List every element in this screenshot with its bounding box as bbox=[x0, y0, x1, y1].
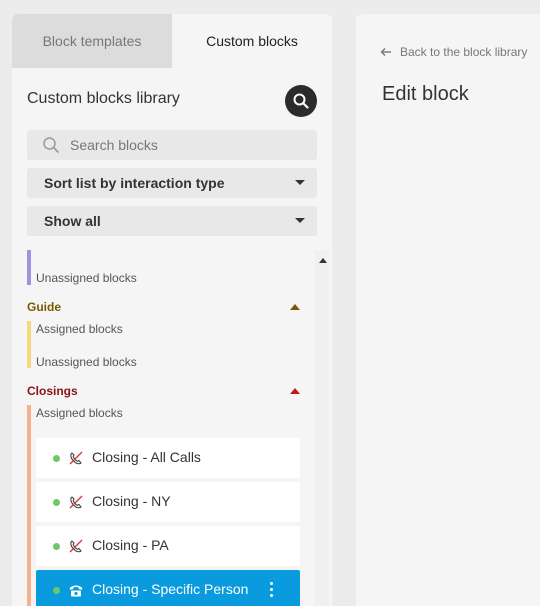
search-icon bbox=[42, 136, 60, 154]
group-label-unassigned: Unassigned blocks bbox=[36, 271, 137, 285]
group-label-unassigned: Unassigned blocks bbox=[36, 355, 137, 369]
page-title: Edit block bbox=[382, 83, 469, 105]
search-input[interactable] bbox=[68, 136, 312, 154]
sort-select-label: Sort list by interaction type bbox=[44, 175, 225, 191]
status-dot bbox=[53, 587, 60, 594]
back-to-library-link[interactable]: Back to the block library bbox=[380, 45, 527, 59]
block-name: Closing - Specific Person bbox=[92, 581, 249, 597]
block-item[interactable]: Closing - All Calls bbox=[36, 438, 300, 478]
collapse-arrow-icon[interactable] bbox=[290, 304, 300, 310]
status-dot bbox=[53, 543, 60, 550]
status-dot bbox=[53, 455, 60, 462]
category-title-guide[interactable]: Guide bbox=[27, 300, 61, 314]
sort-select[interactable]: Sort list by interaction type bbox=[27, 168, 317, 198]
chevron-down-icon bbox=[295, 180, 305, 185]
filter-select-label: Show all bbox=[44, 213, 101, 229]
block-item-selected[interactable]: Closing - Specific Person bbox=[36, 570, 300, 606]
chevron-down-icon bbox=[295, 218, 305, 223]
library-search-button[interactable] bbox=[285, 85, 317, 117]
list-scrollbar[interactable] bbox=[315, 250, 329, 606]
group-label-assigned: Assigned blocks bbox=[36, 406, 123, 420]
search-icon bbox=[293, 93, 309, 109]
category-color-bar bbox=[27, 321, 31, 368]
group-label-assigned: Assigned blocks bbox=[36, 322, 123, 336]
library-header: Custom blocks library bbox=[27, 85, 317, 119]
block-item[interactable]: Closing - PA bbox=[36, 526, 300, 566]
filter-select[interactable]: Show all bbox=[27, 206, 317, 236]
search-field bbox=[27, 130, 317, 160]
status-dot bbox=[53, 499, 60, 506]
category-title-closings[interactable]: Closings bbox=[27, 384, 78, 398]
tab-custom-blocks[interactable]: Custom blocks bbox=[172, 14, 332, 68]
block-name: Closing - PA bbox=[92, 537, 169, 553]
back-link-label: Back to the block library bbox=[400, 45, 528, 59]
library-title: Custom blocks library bbox=[27, 90, 180, 107]
edit-block-panel: Back to the block library Edit block bbox=[356, 14, 540, 606]
tab-block-templates[interactable]: Block templates bbox=[12, 14, 172, 68]
blocks-panel: Block templates Custom blocks Custom blo… bbox=[12, 14, 332, 606]
category-color-bar bbox=[27, 405, 31, 606]
collapse-arrow-icon[interactable] bbox=[290, 388, 300, 394]
hangup-phone-icon bbox=[68, 450, 84, 466]
tab-bar: Block templates Custom blocks bbox=[12, 14, 332, 68]
desk-phone-icon bbox=[68, 582, 84, 598]
block-item[interactable]: Closing - NY bbox=[36, 482, 300, 522]
hangup-phone-icon bbox=[68, 494, 84, 510]
hangup-phone-icon bbox=[68, 538, 84, 554]
block-name: Closing - NY bbox=[92, 493, 171, 509]
arrow-left-icon bbox=[380, 47, 392, 57]
block-name: Closing - All Calls bbox=[92, 449, 201, 465]
category-color-bar bbox=[27, 250, 31, 285]
more-options-icon[interactable] bbox=[270, 582, 274, 598]
block-list: Unassigned blocks Guide Assigned blocks … bbox=[12, 250, 332, 606]
scroll-up-icon[interactable] bbox=[319, 258, 327, 263]
